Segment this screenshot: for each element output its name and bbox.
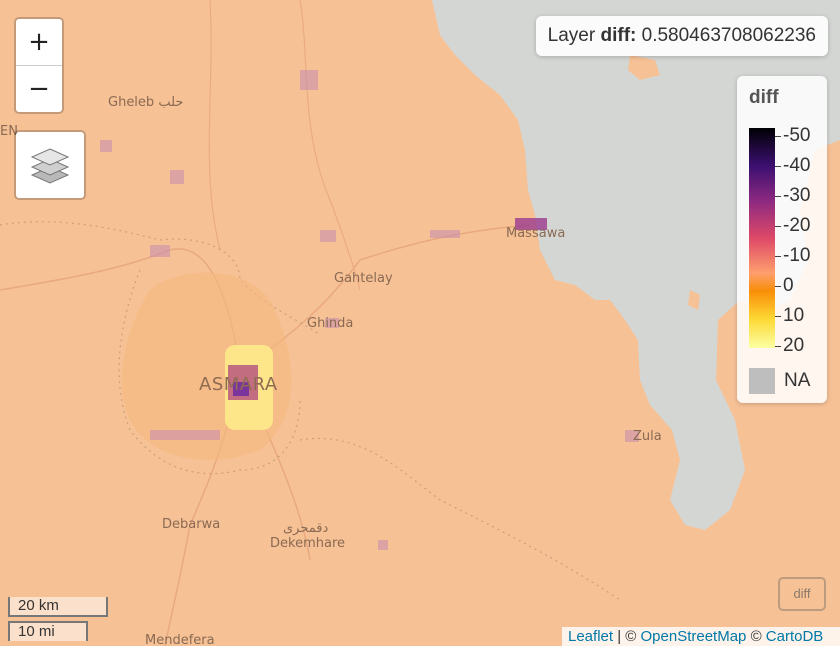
legend-color-ramp <box>749 128 775 348</box>
attribution-separator: | © <box>613 628 641 645</box>
zoom-control: + − <box>14 17 64 114</box>
layer-name: diff: <box>600 25 637 46</box>
layers-button[interactable] <box>14 130 86 200</box>
place-label: Massawa <box>506 226 566 241</box>
layer-value: 0.580463708062236 <box>641 25 816 46</box>
legend-tick-label: 10 <box>783 305 805 326</box>
legend-tick <box>775 136 781 137</box>
legend-na-swatch <box>749 368 775 394</box>
carto-link[interactable]: CartoDB <box>766 628 824 645</box>
attribution-separator: © <box>746 628 766 645</box>
map-canvas[interactable]: Gheleb حلب Massawa Gahtelay Ghinda ASMAR… <box>0 0 840 646</box>
scale-bar-mi: 10 mi <box>8 621 88 641</box>
legend-tick-label: -20 <box>783 215 811 236</box>
legend-na-label: NA <box>784 370 811 391</box>
place-label-city: ASMARA <box>199 374 278 395</box>
legend-tick <box>775 226 781 227</box>
leaflet-link[interactable]: Leaflet <box>568 628 613 645</box>
legend-tick <box>775 286 781 287</box>
legend-tick <box>775 346 781 347</box>
legend-tick-label: -10 <box>783 245 811 266</box>
place-label: Zula <box>633 429 662 444</box>
legend-tick <box>775 316 781 317</box>
legend-tick-label: -30 <box>783 185 811 206</box>
legend-tick <box>775 196 781 197</box>
legend-title: diff <box>749 87 779 108</box>
legend: diff -50 -40 -30 -20 -10 0 10 20 NA <box>737 76 827 403</box>
legend-tick-label: -40 <box>783 155 811 176</box>
osm-link[interactable]: OpenStreetMap <box>641 628 747 645</box>
legend-tick-label: 20 <box>783 335 805 356</box>
place-label: Debarwa <box>162 517 221 532</box>
zoom-out-button[interactable]: − <box>16 66 62 112</box>
legend-tick-label: -50 <box>783 125 811 146</box>
layer-toggle-button[interactable]: diff <box>778 577 826 611</box>
scale-bar-km: 20 km <box>8 597 108 617</box>
legend-tick <box>775 256 781 257</box>
place-label: Ghinda <box>307 316 354 331</box>
place-label: دقمحری <box>283 521 329 536</box>
layers-icon <box>30 148 70 184</box>
layer-info-box: Layer diff: 0.580463708062236 <box>535 16 828 56</box>
layer-prefix: Layer <box>547 25 596 46</box>
legend-tick <box>775 166 781 167</box>
place-label: Gheleb حلب <box>108 95 184 110</box>
place-label: Dekemhare <box>270 536 345 551</box>
place-label: Mendefera <box>145 633 215 646</box>
legend-tick-label: 0 <box>783 275 794 296</box>
zoom-in-button[interactable]: + <box>16 19 62 66</box>
place-label: Gahtelay <box>334 271 393 286</box>
attribution: Leaflet | © OpenStreetMap © CartoDB <box>562 627 840 646</box>
